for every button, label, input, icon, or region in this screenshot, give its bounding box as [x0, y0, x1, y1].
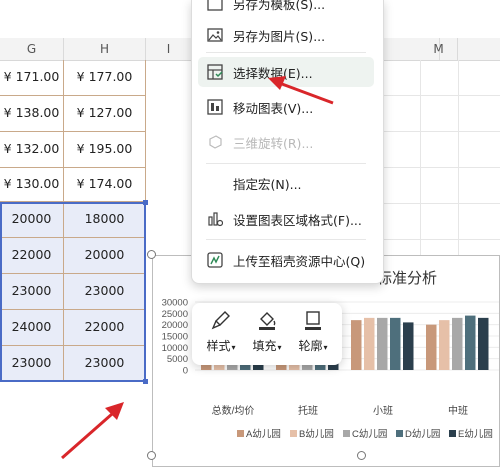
red-arrow-menu: [268, 76, 334, 105]
red-arrow-range: [61, 402, 124, 460]
annotation-overlay: [61, 76, 334, 460]
